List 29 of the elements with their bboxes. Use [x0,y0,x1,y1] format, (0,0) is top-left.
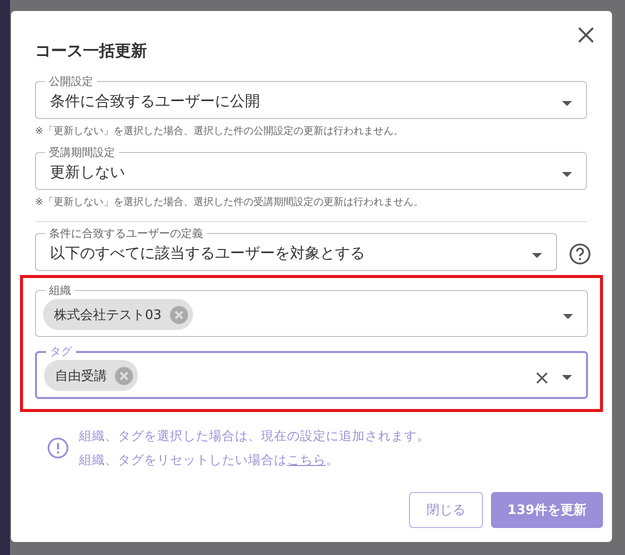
multi-select-field[interactable]: 組織 株式会社テスト03 [35,284,588,337]
caret-icon [563,314,573,319]
field-label: 公開設定 [48,75,94,88]
multi-select-field[interactable]: タグ 自由受講 [35,345,588,399]
note-text: ※「更新しない」を選択した場合、選択した件の公開設定の更新は行われません。 [35,124,404,138]
field-value: 更新しない [50,162,126,182]
field-label: 受講期間設定 [48,146,116,159]
caret-icon [532,252,542,258]
info-icon [47,437,69,459]
info-text: 組織、タグを選択した場合は、現在の設定に追加されます。 [79,427,430,445]
caret-icon [562,375,572,380]
field-label: 条件に合致するユーザーの定義 [48,227,204,240]
select-field[interactable]: 受講期間設定 更新しない [35,146,587,190]
caret-icon [562,100,572,106]
select-field[interactable]: 公開設定 条件に合致するユーザーに公開 [35,75,587,119]
close-icon[interactable] [578,27,594,43]
info-text: 組織、タグをリセットしたい場合は こちら。 [79,451,340,469]
clear-icon[interactable] [536,372,548,384]
field-value: 条件に合致するユーザーに公開 [50,92,261,110]
chip[interactable]: 株式会社テスト03 [43,299,193,330]
select-field[interactable]: 条件に合致するユーザーの定義 以下のすべてに該当するユーザーを対象とする [35,227,557,271]
dialog-title: コース一括更新 [35,41,147,62]
field-label: タグ [49,345,74,358]
field-label: 組織 [48,284,72,297]
help-icon[interactable] [569,243,591,265]
caret-icon [562,172,572,176]
field-value: 以下のすべてに該当するユーザーを対象とする [50,244,366,262]
note-text: ※「更新しない」を選択した場合、選択した件の受講期間設定の更新は行われません。 [35,196,424,209]
chip[interactable]: 自由受講 [44,360,138,391]
